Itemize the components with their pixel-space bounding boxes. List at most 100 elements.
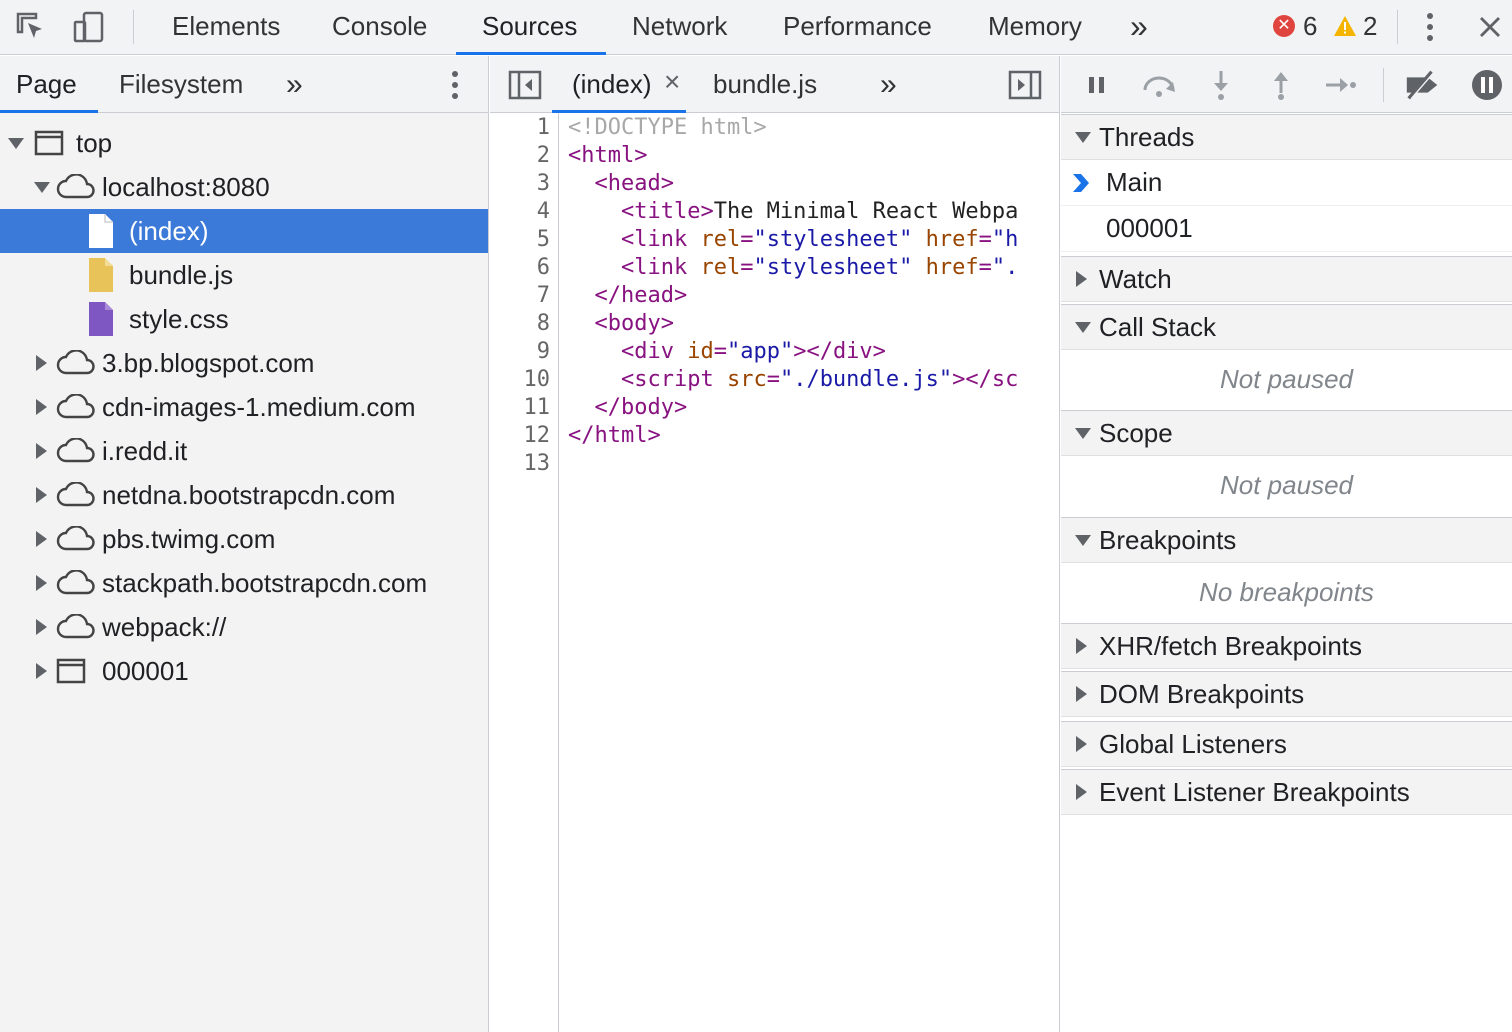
- kebab-menu-icon[interactable]: [1411, 8, 1449, 46]
- code-token: <title>: [620, 199, 714, 224]
- warning-counter[interactable]: 2: [1333, 10, 1377, 42]
- call-stack-empty: Not paused: [1220, 364, 1353, 394]
- toggle-navigator-icon[interactable]: [506, 66, 544, 104]
- deactivate-breakpoints-icon[interactable]: [1403, 66, 1443, 104]
- line-number[interactable]: 7: [537, 283, 550, 308]
- active-subtab-indicator: [0, 110, 98, 113]
- device-toolbar-icon[interactable]: [70, 8, 108, 46]
- error-counter[interactable]: ✕ 6: [1273, 10, 1317, 42]
- line-number[interactable]: 2: [537, 143, 550, 168]
- pause-on-exceptions-icon[interactable]: [1467, 66, 1507, 104]
- editor-more-button[interactable]: »: [880, 56, 897, 113]
- tree-item[interactable]: (index): [0, 209, 488, 253]
- thread-000001[interactable]: 000001: [1061, 206, 1512, 252]
- tree-item-label: webpack://: [102, 611, 227, 642]
- line-number[interactable]: 13: [524, 451, 551, 476]
- tab-memory[interactable]: Memory: [988, 0, 1082, 55]
- toggle-debugger-icon[interactable]: [1006, 66, 1044, 104]
- line-number[interactable]: 12: [524, 423, 551, 448]
- collapsed-arrow-icon[interactable]: [36, 619, 47, 635]
- editor-tab-bundle[interactable]: bundle.js: [713, 56, 817, 113]
- xhr-breakpoints-section-header[interactable]: XHR/fetch Breakpoints: [1061, 623, 1512, 669]
- collapsed-arrow-icon[interactable]: [36, 443, 47, 459]
- expanded-arrow-icon: [1075, 427, 1091, 439]
- tree-item[interactable]: bundle.js: [0, 253, 488, 297]
- expanded-arrow-icon[interactable]: [8, 137, 24, 149]
- line-number[interactable]: 4: [537, 199, 550, 224]
- code-token: "stylesheet": [753, 255, 913, 280]
- tab-console[interactable]: Console: [332, 0, 427, 55]
- line-number[interactable]: 11: [524, 395, 551, 420]
- expanded-arrow-icon[interactable]: [34, 181, 50, 193]
- more-tabs-button[interactable]: »: [1130, 0, 1148, 55]
- tree-item[interactable]: netdna.bootstrapcdn.com: [0, 473, 488, 517]
- breakpoints-section-header[interactable]: Breakpoints: [1061, 517, 1512, 563]
- thread-main[interactable]: Main: [1061, 160, 1512, 206]
- watch-section-header[interactable]: Watch: [1061, 256, 1512, 302]
- line-number[interactable]: 6: [537, 255, 550, 280]
- navigator-panel: Page Filesystem » top localhost:8080 (inde…: [0, 56, 489, 1032]
- inspect-element-icon[interactable]: [12, 8, 50, 46]
- tree-item[interactable]: localhost:8080: [0, 165, 488, 209]
- tab-filesystem[interactable]: Filesystem: [119, 56, 243, 113]
- close-icon[interactable]: [1471, 8, 1509, 46]
- tab-page[interactable]: Page: [16, 56, 77, 113]
- collapsed-arrow-icon[interactable]: [36, 487, 47, 503]
- navigator-menu-icon[interactable]: [436, 66, 474, 104]
- tree-item[interactable]: 000001: [0, 649, 488, 693]
- code-token: =: [978, 255, 992, 280]
- line-number[interactable]: 9: [537, 339, 550, 364]
- line-number[interactable]: 8: [537, 311, 550, 336]
- tree-item[interactable]: stackpath.bootstrapcdn.com: [0, 561, 488, 605]
- navigator-more-button[interactable]: »: [286, 56, 303, 113]
- tree-item[interactable]: top: [0, 121, 488, 165]
- frame-icon: [56, 658, 86, 684]
- tree-item[interactable]: i.redd.it: [0, 429, 488, 473]
- step-icon[interactable]: [1321, 66, 1361, 104]
- code-editor[interactable]: <!DOCTYPE html> <html> <head> <title>The …: [560, 113, 1060, 1032]
- code-token: rel: [700, 255, 741, 280]
- code-token: <html>: [568, 143, 648, 168]
- code-token: </html>: [568, 423, 661, 448]
- tab-performance[interactable]: Performance: [783, 0, 932, 55]
- code-line: <head>: [568, 171, 674, 196]
- collapsed-arrow-icon[interactable]: [36, 663, 47, 679]
- step-over-icon[interactable]: [1139, 66, 1179, 104]
- scope-section-header[interactable]: Scope: [1061, 410, 1512, 456]
- step-into-icon[interactable]: [1201, 66, 1241, 104]
- tree-item-label: top: [76, 127, 113, 158]
- collapsed-arrow-icon[interactable]: [36, 531, 47, 547]
- line-number[interactable]: 1: [537, 115, 550, 140]
- step-out-icon[interactable]: [1261, 66, 1301, 104]
- pause-icon[interactable]: [1077, 66, 1117, 104]
- code-token: ".: [991, 255, 1019, 280]
- call-stack-section-header[interactable]: Call Stack: [1061, 304, 1512, 350]
- code-line: <script src="./bundle.js"></sc: [568, 367, 1018, 392]
- global-listeners-section-header[interactable]: Global Listeners: [1061, 721, 1512, 767]
- tree-item-label: stackpath.bootstrapcdn.com: [102, 567, 428, 598]
- tab-network[interactable]: Network: [632, 0, 727, 55]
- code-line: <title>The Minimal React Webpa: [568, 199, 1018, 224]
- tab-elements[interactable]: Elements: [172, 0, 280, 55]
- line-number[interactable]: 3: [537, 171, 550, 196]
- editor-tab-close-icon[interactable]: ×: [664, 56, 680, 113]
- line-number[interactable]: 10: [524, 367, 551, 392]
- collapsed-arrow-icon[interactable]: [36, 575, 47, 591]
- tab-sources[interactable]: Sources: [482, 0, 577, 55]
- event-listener-breakpoints-label: Event Listener Breakpoints: [1099, 776, 1410, 807]
- dom-breakpoints-section-header[interactable]: DOM Breakpoints: [1061, 671, 1512, 717]
- threads-section-header[interactable]: Threads: [1061, 114, 1512, 160]
- line-number[interactable]: 5: [537, 227, 550, 252]
- tree-item[interactable]: 3.bp.blogspot.com: [0, 341, 488, 385]
- tree-item-label: style.css: [129, 303, 229, 334]
- tree-item[interactable]: style.css: [0, 297, 488, 341]
- collapsed-arrow-icon[interactable]: [36, 399, 47, 415]
- collapsed-arrow-icon[interactable]: [36, 355, 47, 371]
- xhr-breakpoints-label: XHR/fetch Breakpoints: [1099, 630, 1363, 661]
- active-tab-indicator: [456, 52, 606, 55]
- tree-item[interactable]: webpack://: [0, 605, 488, 649]
- event-listener-breakpoints-section-header[interactable]: Event Listener Breakpoints: [1061, 769, 1512, 815]
- editor-tab-index[interactable]: (index): [572, 56, 651, 113]
- tree-item[interactable]: cdn-images-1.medium.com: [0, 385, 488, 429]
- tree-item[interactable]: pbs.twimg.com: [0, 517, 488, 561]
